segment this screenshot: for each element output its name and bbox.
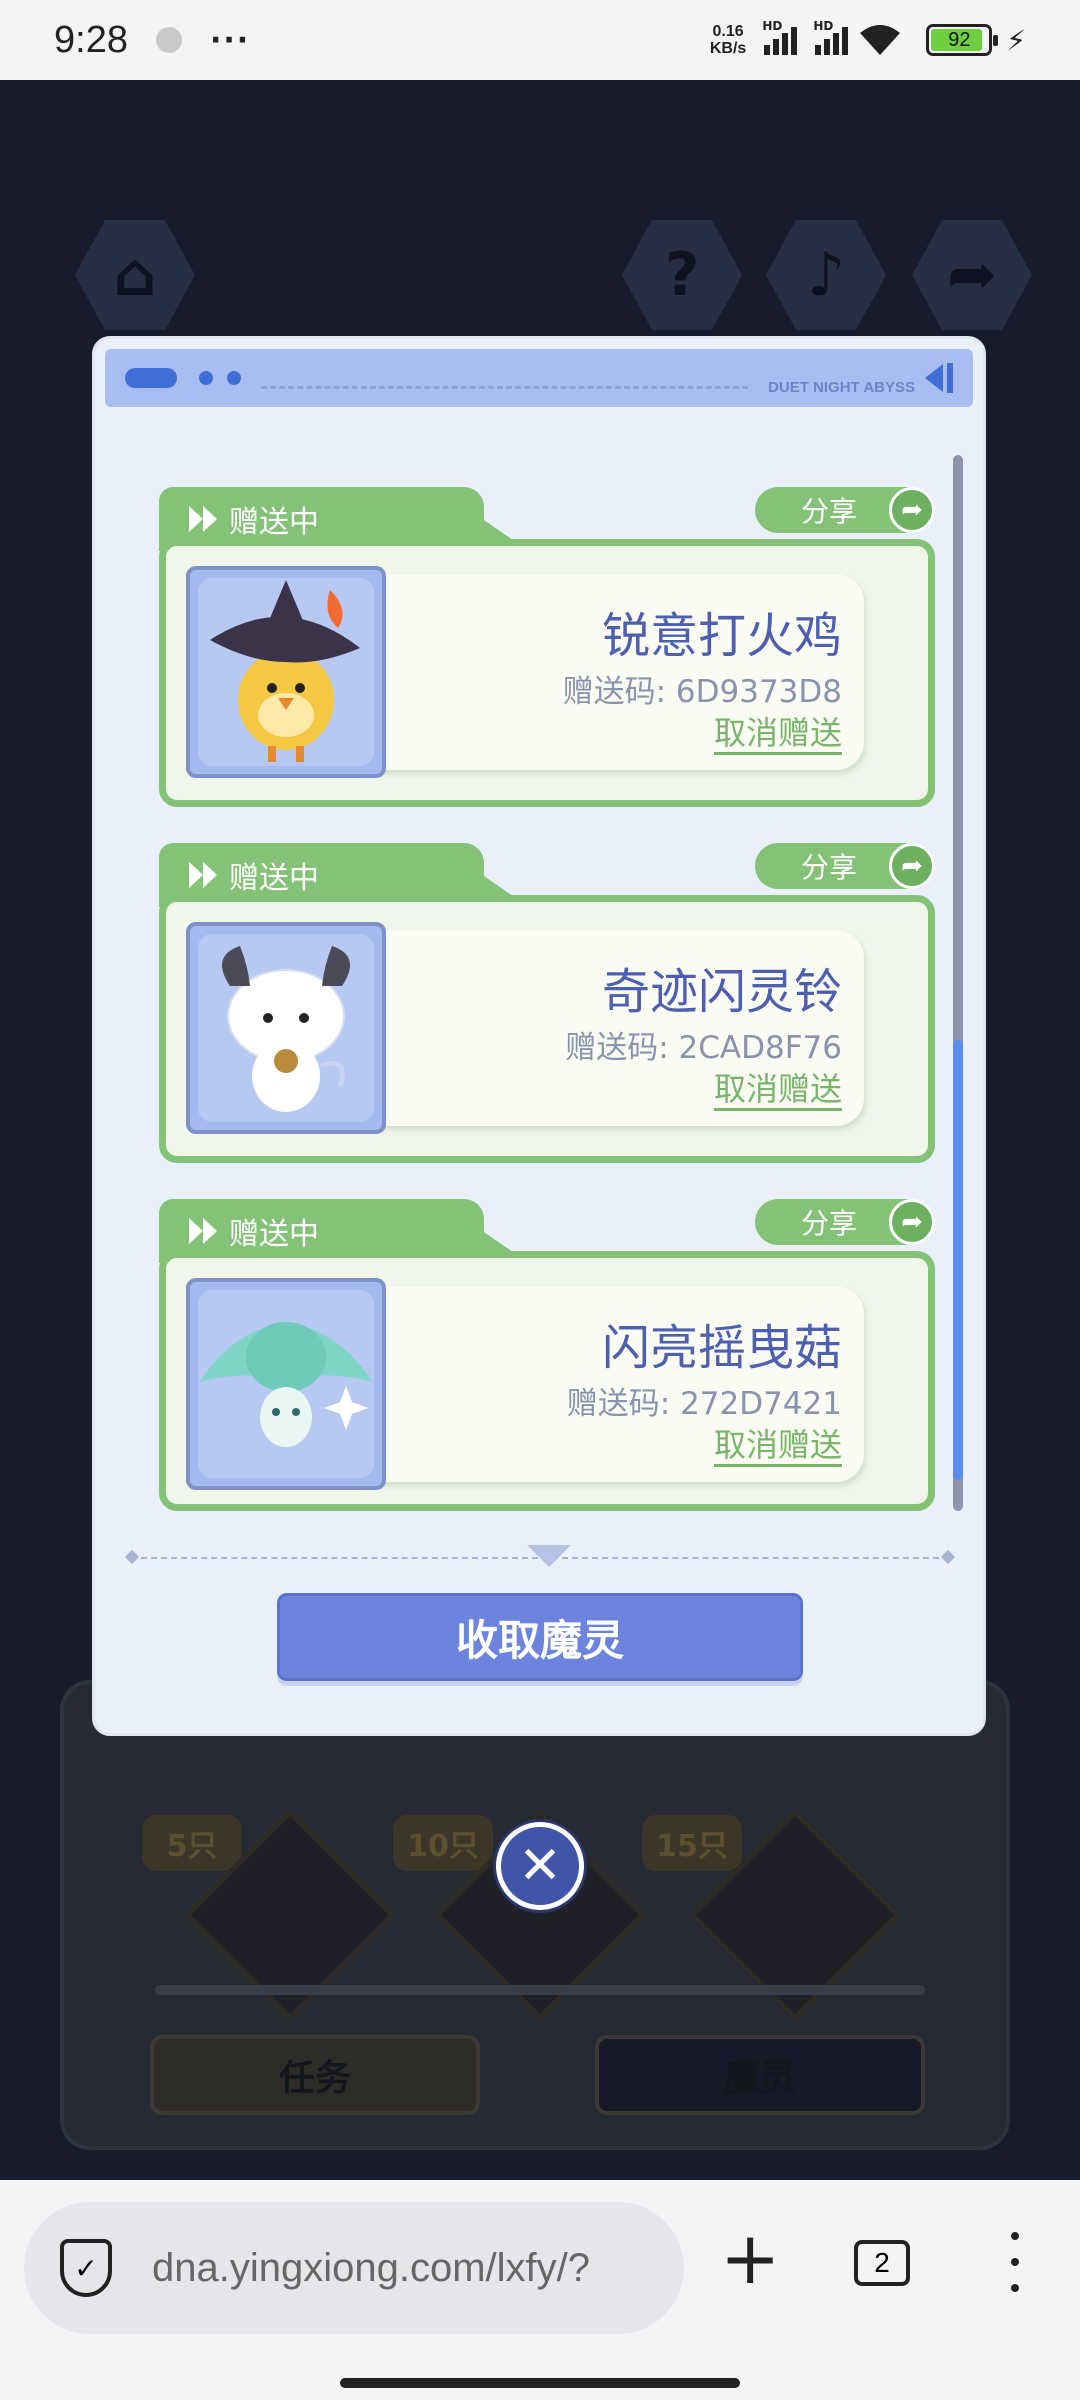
header-arrow-icon [925,364,943,392]
spirit-button[interactable]: 魔灵 [595,2035,925,2115]
battery-level: 92 [948,29,971,51]
spirit-thumbnail [186,922,386,1134]
status-bar: 9:28 ··· 0.16 KB/s HD HD 92 ⚡ [0,0,1080,80]
header-decoration [125,368,177,388]
gift-code: 赠送码: 6D9373D8 [562,674,842,710]
share-arrow-icon: ➦ [889,1199,935,1245]
fast-forward-icon [189,1218,217,1244]
milestone-badge: 15只 [642,1815,742,1871]
gift-body: 闪亮摇曳菇 赠送码: 272D7421 取消赠送 [159,1251,935,1511]
charging-icon: ⚡ [1006,23,1026,57]
wifi-icon [860,25,901,55]
new-tab-button[interactable]: + [720,2222,780,2294]
spirit-thumbnail [186,566,386,778]
task-button[interactable]: 任务 [150,2035,480,2115]
gift-info: 锐意打火鸡 赠送码: 6D9373D8 取消赠送 [352,574,864,770]
network-speed: 0.16 KB/s [710,23,746,57]
signal-icon: HD [813,19,849,55]
share-button[interactable]: 分享 ➦ [755,487,935,533]
header-decoration [199,371,213,385]
collect-spirit-button[interactable]: 收取魔灵 [277,1593,803,1681]
fast-forward-icon [189,506,217,532]
signal-hd-label: HD [762,19,783,33]
share-button[interactable]: 分享 ➦ [755,843,935,889]
gift-dialog: DUET NIGHT ABYSS 赠送中 分享 ➦ 锐意打火鸡 赠送码: 6D9… [92,336,986,1736]
cancel-gift-link[interactable]: 取消赠送 [713,1070,842,1111]
gift-card: 赠送中 分享 ➦ 锐意打火鸡 赠送码: 6D9373D8 取消赠送 [159,487,935,807]
gift-card: 赠送中 分享 ➦ 闪亮摇曳菇 赠送码: 272D7421 取消赠送 [159,1199,935,1519]
tab-switcher-button[interactable]: 2 [854,2240,910,2286]
gift-info: 奇迹闪灵铃 赠送码: 2CAD8F76 取消赠送 [352,930,864,1126]
scrollbar[interactable] [953,455,963,1511]
signal-icon: HD [762,19,798,55]
share-label: 分享 [801,1207,858,1240]
cancel-gift-link[interactable]: 取消赠送 [713,714,842,755]
cancel-gift-link[interactable]: 取消赠送 [713,1426,842,1467]
bell-sheep-icon [222,946,350,1112]
address-bar[interactable]: ✓ dna.yingxiong.com/lxfy/? [24,2202,684,2334]
fire-chick-icon [210,580,360,762]
share-icon[interactable]: ➦ [912,220,1032,330]
milestone-badge: 10只 [393,1815,493,1871]
dialog-header: DUET NIGHT ABYSS [105,349,973,407]
gift-status-label: 赠送中 [229,1217,319,1252]
signal-hd-label: HD [813,19,834,33]
header-decoration [227,371,241,385]
share-label: 分享 [801,851,858,884]
scrollbar-thumb[interactable] [953,1040,963,1480]
notification-dot-icon [155,27,182,53]
mushroom-icon [200,1322,372,1447]
gift-name: 锐意打火鸡 [601,608,842,664]
status-time: 9:28 [54,18,128,61]
music-icon[interactable]: ♪ [766,220,886,330]
home-icon[interactable]: ⌂ [75,220,195,330]
gift-name: 闪亮摇曳菇 [601,1320,842,1376]
gift-status-label: 赠送中 [229,505,319,540]
chevron-down-icon [527,1545,571,1567]
url-text[interactable]: dna.yingxiong.com/lxfy/? [152,2246,652,2291]
network-speed-value: 0.16 [712,23,744,40]
help-icon[interactable]: ? [622,220,742,330]
milestone-badge: 5只 [142,1815,242,1871]
fast-forward-icon [189,862,217,888]
header-decoration [947,363,953,393]
header-brand-text: DUET NIGHT ABYSS [768,378,915,396]
status-more: ··· [209,22,251,58]
close-icon[interactable]: ✕ [496,1822,584,1910]
gift-name: 奇迹闪灵铃 [601,964,842,1020]
battery-icon: 92 [926,24,999,56]
gift-card: 赠送中 分享 ➦ 奇迹闪灵铃 赠送码: 2CAD8F76 取消赠送 [159,843,935,1163]
gift-body: 锐意打火鸡 赠送码: 6D9373D8 取消赠送 [159,539,935,807]
gift-status-label: 赠送中 [229,861,319,896]
gift-body: 奇迹闪灵铃 赠送码: 2CAD8F76 取消赠送 [159,895,935,1163]
header-divider [261,385,749,389]
share-label: 分享 [801,495,858,528]
more-menu-icon[interactable] [1000,2232,1030,2292]
home-indicator[interactable] [340,2378,740,2388]
share-button[interactable]: 分享 ➦ [755,1199,935,1245]
share-arrow-icon: ➦ [889,843,935,889]
browser-toolbar: ✓ dna.yingxiong.com/lxfy/? + 2 [0,2180,1080,2400]
share-arrow-icon: ➦ [889,487,935,533]
status-indicators: 0.16 KB/s HD HD 92 ⚡ [710,19,1026,57]
shield-icon[interactable]: ✓ [60,2239,112,2297]
gift-code: 赠送码: 272D7421 [566,1386,842,1422]
milestone-progress-bar [155,1985,925,1995]
spirit-thumbnail [186,1278,386,1490]
network-speed-unit: KB/s [709,40,747,57]
gift-code: 赠送码: 2CAD8F76 [565,1030,842,1066]
gift-info: 闪亮摇曳菇 赠送码: 272D7421 取消赠送 [352,1286,864,1482]
